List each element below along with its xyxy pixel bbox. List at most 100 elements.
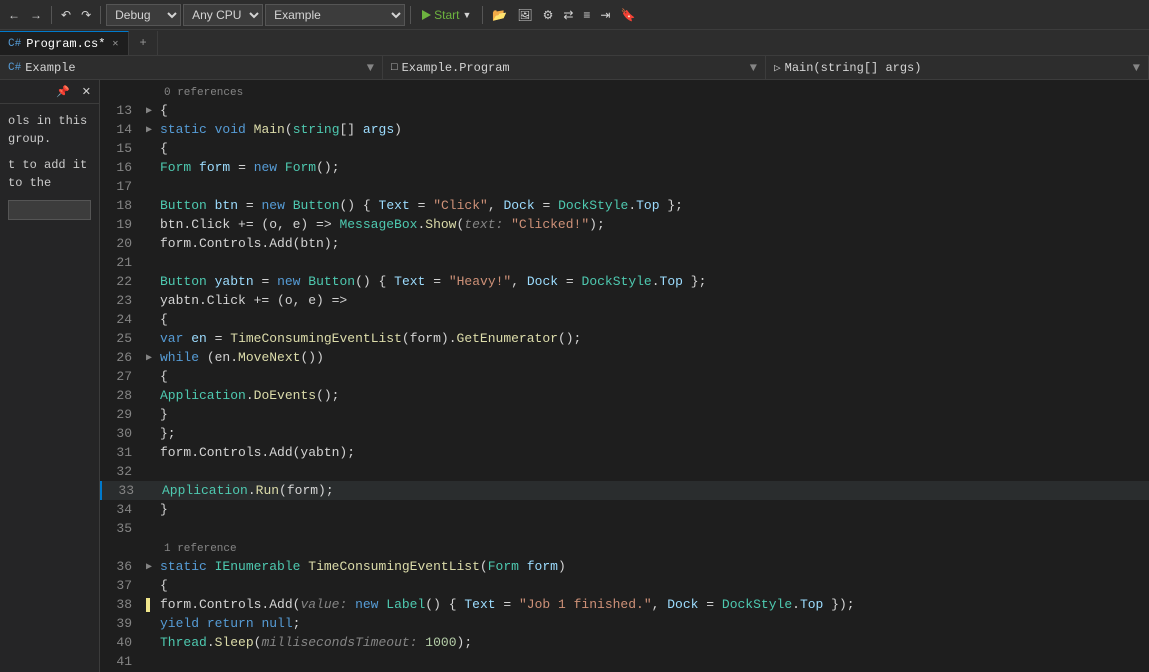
back-button[interactable]: ← [4, 6, 24, 24]
sidebar-header: 📌 ✕ [0, 80, 99, 104]
code-line-33: 33 Application.Run(form); [100, 481, 1149, 500]
cpu-dropdown[interactable]: Any CPU x86 x64 [183, 4, 263, 26]
line-content-33: Application.Run(form); [158, 483, 1149, 498]
line-number-18: 18 [100, 198, 142, 213]
line-number-36: 36 [100, 559, 142, 574]
expand-icon-13[interactable]: ▶ [146, 105, 152, 117]
code-line-28: 28 Application.DoEvents(); [100, 386, 1149, 405]
line-number-30: 30 [100, 426, 142, 441]
sidebar-close-button[interactable]: ✕ [78, 83, 95, 100]
line-number-35: 35 [100, 521, 142, 536]
code-line-14: 14 ▶ static void Main(string[] args) [100, 120, 1149, 139]
line-content-28: Application.DoEvents(); [156, 388, 1149, 403]
bookmark-button[interactable]: 🔖 [616, 6, 639, 24]
line-number-41: 41 [100, 654, 142, 669]
nav-project-segment[interactable]: C# Example ▼ [0, 56, 383, 79]
sidebar-search-input[interactable] [8, 200, 91, 220]
indicator-36[interactable]: ▶ [142, 561, 156, 573]
line-number-40: 40 [100, 635, 142, 650]
line-number-38: 38 [100, 597, 142, 612]
line-number-27: 27 [100, 369, 142, 384]
line-content-13: { [156, 103, 1149, 118]
line-number-31: 31 [100, 445, 142, 460]
indicator-38 [142, 598, 156, 612]
start-dropdown-arrow[interactable]: ▼ [462, 10, 471, 20]
tab-program-cs[interactable]: C# Program.cs* ✕ [0, 31, 129, 55]
separator-1 [51, 6, 52, 24]
code-line-36: 36 ▶ static IEnumerable TimeConsumingEve… [100, 557, 1149, 576]
line-content-15: { [156, 141, 1149, 156]
screenshot-button[interactable]: 🖼 [513, 6, 536, 24]
line-content-19: btn.Click += (o, e) => MessageBox.Show(t… [156, 217, 1149, 232]
line-number-21: 21 [100, 255, 142, 270]
line-content-23: yabtn.Click += (o, e) => [156, 293, 1149, 308]
tab-bar: C# Program.cs* ✕ + [0, 30, 1149, 56]
sidebar-add-text: t to add it to the [8, 156, 91, 192]
tab-close-button[interactable]: ✕ [110, 38, 120, 50]
line-content-24: { [156, 312, 1149, 327]
line-number-17: 17 [100, 179, 142, 194]
format-button[interactable]: ⇄ [559, 6, 577, 24]
indent-button[interactable]: ⇥ [596, 6, 614, 24]
yellow-mark-38 [146, 598, 150, 612]
forward-button[interactable]: → [26, 6, 46, 24]
code-line-41: 41 [100, 652, 1149, 671]
debug-dropdown[interactable]: Debug Release [106, 4, 181, 26]
line-number-16: 16 [100, 160, 142, 175]
ref-row-36: 1 reference [100, 538, 1149, 557]
line-content-16: Form form = new Form(); [156, 160, 1149, 175]
nav-method-segment[interactable]: ▷ Main(string[] args) ▼ [766, 56, 1149, 79]
line-number-24: 24 [100, 312, 142, 327]
line-number-29: 29 [100, 407, 142, 422]
ref-row-13: 0 references [100, 82, 1149, 101]
redo-button[interactable]: ↷ [77, 6, 95, 24]
code-line-20: 20 form.Controls.Add(btn); [100, 234, 1149, 253]
line-number-33: 33 [102, 483, 144, 498]
sidebar: 📌 ✕ ols in this group. t to add it to th… [0, 80, 100, 672]
tab-add[interactable]: + [129, 31, 157, 55]
line-content-22: Button yabtn = new Button() { Text = "He… [156, 274, 1149, 289]
code-editor[interactable]: 0 references 13 ▶ { 14 ▶ [100, 80, 1149, 672]
nav-class-segment[interactable]: □ Example.Program ▼ [383, 56, 766, 79]
code-line-30: 30 }; [100, 424, 1149, 443]
tab-cs-icon: C# [8, 38, 21, 50]
expand-icon-26[interactable]: ▶ [146, 352, 152, 364]
sidebar-pin-button[interactable]: 📌 [52, 83, 74, 100]
expand-icon-14[interactable]: ▶ [146, 124, 152, 136]
code-line-19: 19 btn.Click += (o, e) => MessageBox.Sho… [100, 215, 1149, 234]
indicator-14[interactable]: ▶ [142, 124, 156, 136]
code-line-16: 16 Form form = new Form(); [100, 158, 1149, 177]
line-content-26: while (en.MoveNext()) [156, 350, 1149, 365]
line-content-34: } [156, 502, 1149, 517]
comment-button[interactable]: ≡ [579, 6, 594, 24]
line-number-26: 26 [100, 350, 142, 365]
code-line-17: 17 [100, 177, 1149, 196]
line-number-32: 32 [100, 464, 142, 479]
line-number-28: 28 [100, 388, 142, 403]
indicator-13[interactable]: ▶ [142, 105, 156, 117]
start-button[interactable]: Start ▼ [416, 6, 477, 24]
separator-3 [410, 6, 411, 24]
line-content-20: form.Controls.Add(btn); [156, 236, 1149, 251]
line-number-20: 20 [100, 236, 142, 251]
indicator-26[interactable]: ▶ [142, 352, 156, 364]
code-line-29: 29 } [100, 405, 1149, 424]
line-number-15: 15 [100, 141, 142, 156]
nav-class-arrow: ▼ [750, 61, 757, 75]
ref-label-36: 1 reference [156, 540, 1149, 555]
nav-class-label: Example.Program [402, 61, 510, 75]
tab-program-cs-label: Program.cs* [26, 37, 105, 51]
nav-class-icon: □ [391, 62, 398, 74]
expand-icon-36[interactable]: ▶ [146, 561, 152, 573]
solution-explorer-button[interactable]: 📂 [488, 6, 511, 24]
code-line-18: 18 Button btn = new Button() { Text = "C… [100, 196, 1149, 215]
nav-project-arrow: ▼ [367, 61, 374, 75]
code-line-32: 32 [100, 462, 1149, 481]
nav-bar: C# Example ▼ □ Example.Program ▼ ▷ Main(… [0, 56, 1149, 80]
settings-button[interactable]: ⚙ [539, 6, 558, 24]
sidebar-tools-text: ols in this group. [8, 112, 91, 148]
line-content-30: }; [156, 426, 1149, 441]
project-dropdown[interactable]: Example [265, 4, 405, 26]
line-number-23: 23 [100, 293, 142, 308]
undo-button[interactable]: ↶ [57, 6, 75, 24]
